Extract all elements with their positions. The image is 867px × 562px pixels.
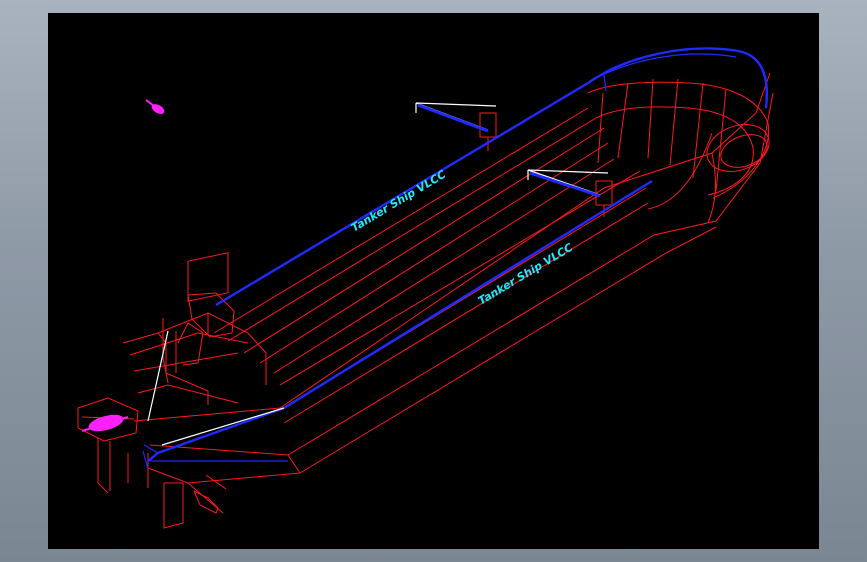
crane-booms [417, 103, 601, 198]
ship-drawing: Tanker Ship VLCC Tanker Ship VLCC [77, 47, 774, 529]
stern-fitting [81, 414, 129, 432]
model-viewport[interactable]: Tanker Ship VLCC Tanker Ship VLCC [48, 13, 819, 549]
hull-label-starboard: Tanker Ship VLCC [476, 241, 575, 308]
ucs-icon [145, 99, 165, 114]
crane-wires [147, 102, 609, 446]
hull-wireframe [77, 72, 774, 529]
